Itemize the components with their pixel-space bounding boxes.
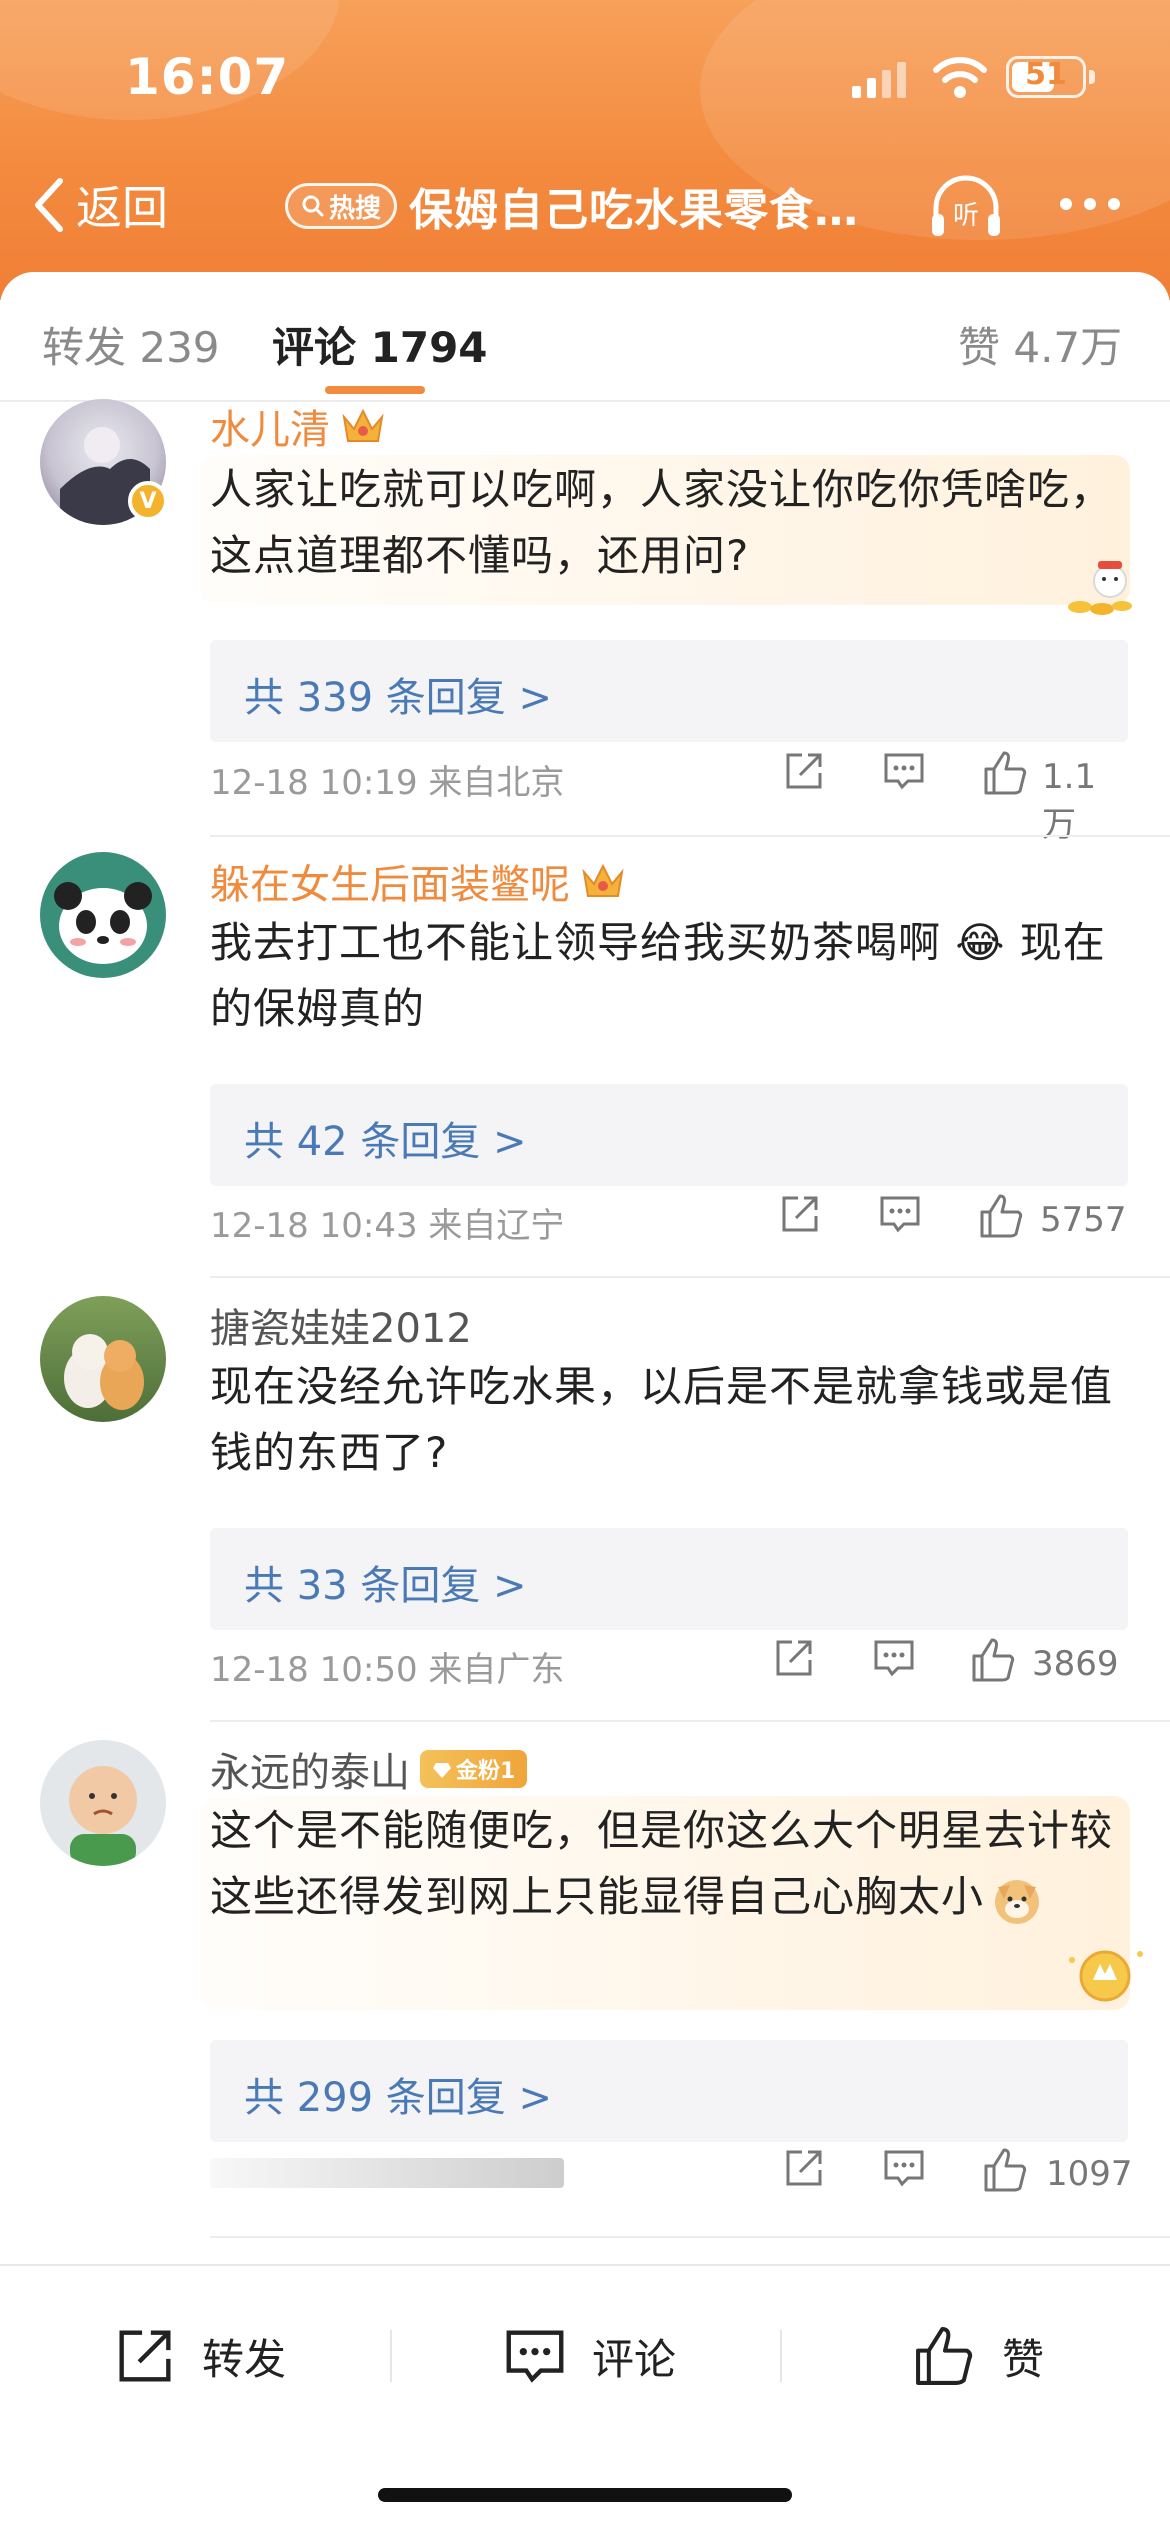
comment-icon[interactable]: [880, 747, 928, 795]
divider: [210, 1276, 1170, 1278]
comment-meta: 12-18 10:43 来自辽宁: [210, 1206, 565, 1246]
svg-text:听: 听: [953, 201, 979, 231]
comment-meta-blurred: [210, 2158, 564, 2188]
comment-meta: 12-18 10:19 来自北京: [210, 763, 565, 803]
listen-headphones-icon[interactable]: 听: [928, 172, 1004, 242]
cellular-signal-icon: [852, 62, 906, 98]
crown-medal-sticker-icon: [1069, 1950, 1143, 2002]
hot-search-badge: 热搜: [285, 183, 397, 229]
comment-actions: 3869: [770, 1634, 1130, 1694]
like-icon[interactable]: [968, 1634, 1020, 1686]
comment-actions: 1097: [770, 2144, 1133, 2204]
like-button[interactable]: 赞: [910, 2316, 1044, 2396]
back-label: 返回: [76, 181, 168, 235]
chevron-left-icon: [35, 178, 63, 232]
replies-link[interactable]: 共 42 条回复 >: [210, 1084, 1128, 1186]
divider: [210, 2236, 1170, 2238]
home-indicator: [378, 2488, 792, 2502]
share-icon[interactable]: [780, 2144, 828, 2192]
comment-username[interactable]: 永远的泰山 金粉1: [210, 1740, 528, 1798]
comment-text: 我去打工也不能让领导给我买奶茶喝啊 😂 现在的保姆真的: [210, 918, 1106, 1033]
share-icon[interactable]: [770, 1634, 818, 1682]
back-button[interactable]: 返回: [30, 175, 168, 235]
comment-item: 躲在女生后面装鳖呢 我去打工也不能让领导给我买奶茶喝啊 😂 现在的保姆真的 共 …: [0, 852, 1170, 1292]
comment-text: 现在没经允许吃水果，以后是不是就拿钱或是值钱的东西了?: [210, 1362, 1114, 1477]
like-icon[interactable]: [976, 1190, 1028, 1242]
divider: [390, 2330, 392, 2382]
fan-level-badge: 金粉1: [420, 1750, 528, 1788]
repost-button[interactable]: 转发: [110, 2316, 286, 2396]
search-icon: [302, 195, 324, 217]
tab-comments[interactable]: 评论 1794: [272, 314, 488, 375]
diamond-icon: [433, 1763, 451, 1778]
divider: [210, 1720, 1170, 1722]
replies-link[interactable]: 共 33 条回复 >: [210, 1528, 1128, 1630]
comment-icon: [506, 2330, 564, 2383]
active-tab-indicator: [325, 386, 425, 394]
like-icon[interactable]: [980, 747, 1032, 799]
status-bar: 16:07 51: [0, 0, 1170, 150]
like-count: 1.1万: [1042, 757, 1097, 845]
comment-meta: 12-18 10:50 来自广东: [210, 1650, 565, 1690]
battery-level: 51: [1025, 57, 1067, 92]
replies-link[interactable]: 共 339 条回复 >: [210, 640, 1128, 742]
avatar[interactable]: [40, 1296, 166, 1422]
comment-text: 人家让吃就可以吃啊，人家没让你吃你凭啥吃，这点道理都不懂吗，还用问?: [210, 465, 1114, 580]
like-count: 1097: [1046, 2154, 1133, 2194]
crown-icon: [582, 863, 624, 897]
nav-bar: 返回 热搜 保姆自己吃水果零食… 听: [0, 160, 1170, 250]
divider: [780, 2330, 782, 2382]
tab-bar: 转发 239 评论 1794 赞 4.7万: [0, 272, 1170, 402]
comment-icon[interactable]: [870, 1634, 918, 1682]
comment-button[interactable]: 评论: [500, 2316, 676, 2396]
avatar[interactable]: [40, 1740, 166, 1866]
share-icon[interactable]: [780, 747, 828, 795]
share-icon: [119, 2330, 171, 2382]
comment-icon[interactable]: [880, 2144, 928, 2192]
comment-icon[interactable]: [876, 1190, 924, 1238]
like-count: 3869: [1032, 1644, 1119, 1684]
comment-actions: 1.1万: [770, 747, 1130, 845]
comment-actions: 5757: [770, 1190, 1130, 1250]
tab-repost[interactable]: 转发 239: [42, 314, 220, 375]
wifi-icon: [933, 57, 987, 98]
like-count: 5757: [1040, 1200, 1127, 1240]
status-time: 16:07: [125, 48, 290, 106]
replies-link[interactable]: 共 299 条回复 >: [210, 2040, 1128, 2142]
nav-title-group[interactable]: 热搜 保姆自己吃水果零食…: [285, 176, 859, 236]
comment-item: 永远的泰山 金粉1 这个是不能随便吃，但是你这么大个明星去计较这些还得发到网上只…: [0, 1740, 1170, 2238]
verified-badge-icon: V: [128, 481, 168, 521]
dog-emoji-icon: [995, 1879, 1040, 1924]
comment-username[interactable]: 搪瓷娃娃2012: [210, 1296, 472, 1354]
like-icon[interactable]: [980, 2144, 1032, 2196]
crown-icon: [342, 408, 384, 442]
comment-item: 搪瓷娃娃2012 现在没经允许吃水果，以后是不是就拿钱或是值钱的东西了? 共 3…: [0, 1296, 1170, 1736]
header-background: 16:07 51 返回 热搜 保姆自己吃水果零食… 听: [0, 0, 1170, 300]
comment-username[interactable]: 水儿清: [210, 397, 386, 455]
divider: [210, 835, 1170, 837]
more-options-icon[interactable]: [1060, 198, 1120, 210]
share-icon[interactable]: [776, 1190, 824, 1238]
battery-icon: 51: [1006, 56, 1095, 98]
like-icon: [916, 2327, 973, 2385]
tab-likes[interactable]: 赞 4.7万: [958, 314, 1122, 375]
comment-text: 这个是不能随便吃，但是你这么大个明星去计较这些还得发到网上只能显得自己心胸太小: [210, 1798, 1130, 1930]
comments-sheet: 转发 239 评论 1794 赞 4.7万 V 水儿清 人家让吃就可以吃啊，人家…: [0, 272, 1170, 2532]
comment-username[interactable]: 躲在女生后面装鳖呢: [210, 852, 626, 910]
avatar[interactable]: [40, 852, 166, 978]
page-title: 保姆自己吃水果零食…: [409, 185, 859, 236]
